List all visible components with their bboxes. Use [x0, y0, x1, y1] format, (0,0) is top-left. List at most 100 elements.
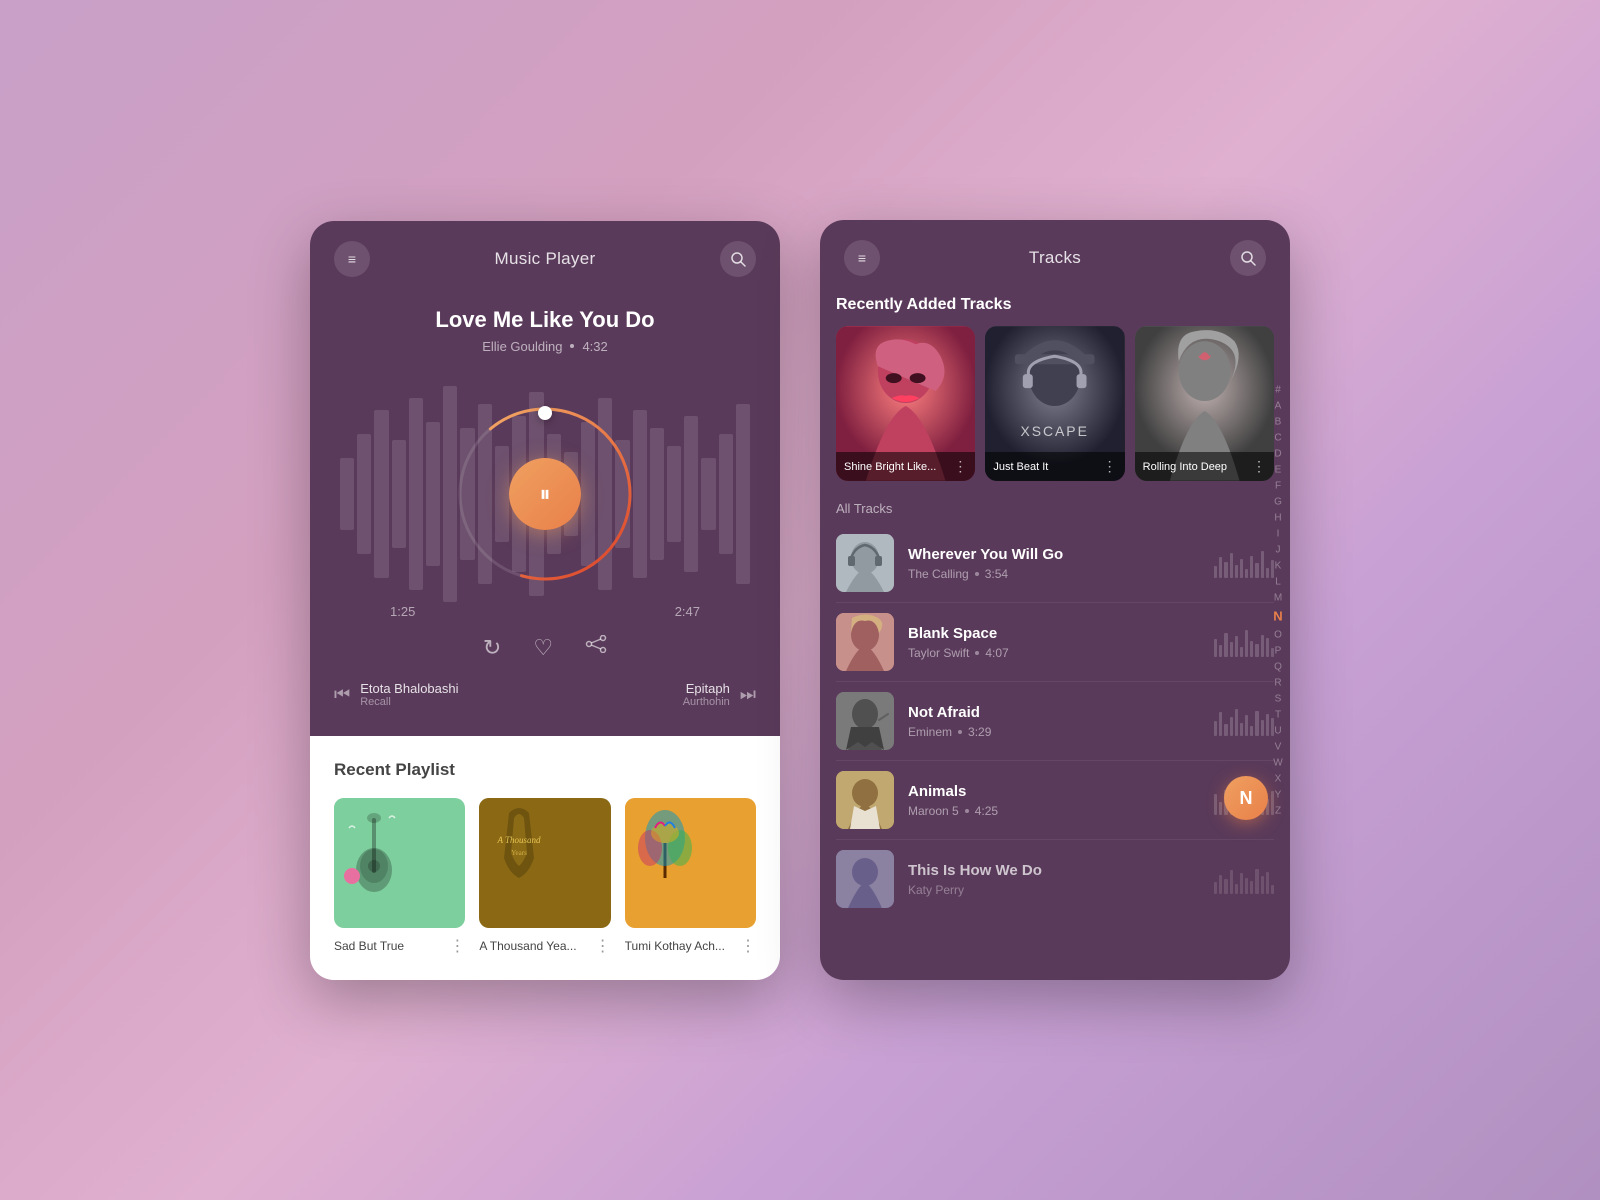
alpha-item-L[interactable]: L	[1270, 574, 1286, 589]
tracks-header: ≡ Tracks	[820, 220, 1290, 296]
album-more-icon[interactable]: ⋮	[1252, 458, 1266, 475]
album-card-footer: Shine Bright Like... ⋮	[836, 452, 975, 481]
alpha-item-X[interactable]: X	[1270, 771, 1286, 786]
tracks-search-icon[interactable]	[1230, 240, 1266, 276]
track-row-info: Wherever You Will Go The Calling 3:54	[908, 546, 1200, 581]
alpha-item-V[interactable]: V	[1270, 739, 1286, 754]
alpha-item-Z[interactable]: Z	[1270, 803, 1286, 818]
alpha-item-G[interactable]: G	[1270, 494, 1286, 509]
alpha-item-C[interactable]: C	[1270, 430, 1286, 445]
next-track: Epitaph Aurthohin ⏭	[683, 681, 756, 708]
list-item[interactable]: Sad But True ⋮	[334, 798, 465, 956]
track-meta: Taylor Swift 4:07	[908, 646, 1200, 660]
album-more-icon[interactable]: ⋮	[1103, 458, 1117, 475]
recently-added-label: Recently Added Tracks	[820, 296, 1290, 326]
favorite-icon[interactable]: ♡	[533, 635, 553, 661]
playlist-item-name: Tumi Kothay Ach...	[625, 939, 740, 953]
alpha-item-O[interactable]: O	[1270, 627, 1286, 642]
alpha-item-H[interactable]: H	[1270, 510, 1286, 525]
more-menu-icon[interactable]: ⋮	[449, 936, 465, 956]
album-card-rihanna[interactable]: Shine Bright Like... ⋮	[836, 326, 975, 481]
table-row[interactable]: Wherever You Will Go The Calling 3:54	[836, 524, 1274, 603]
track-title: Not Afraid	[908, 704, 1200, 721]
track-eq	[1214, 548, 1274, 578]
prev-track-subtitle: Recall	[360, 696, 458, 708]
repeat-icon[interactable]: ↻	[483, 635, 501, 661]
current-track-title: Love Me Like You Do	[310, 307, 780, 333]
track-meta: Katy Perry	[908, 883, 1200, 897]
alpha-item-W[interactable]: W	[1270, 755, 1286, 770]
album-cards: Shine Bright Like... ⋮	[820, 326, 1290, 497]
table-row[interactable]: This Is How We Do Katy Perry	[836, 840, 1274, 918]
playlist-item-label: A Thousand Yea... ⋮	[479, 936, 610, 956]
alpha-item-P[interactable]: P	[1270, 643, 1286, 658]
alpha-item-B[interactable]: B	[1270, 414, 1286, 429]
album-card-michael[interactable]: XSCAPE Just Beat It ⋮	[985, 326, 1124, 481]
svg-text:A Thousand: A Thousand	[497, 835, 542, 845]
next-button[interactable]: ⏭	[740, 684, 756, 705]
player-header: ≡ Music Player	[310, 221, 780, 297]
prev-button[interactable]: ⏮	[334, 684, 350, 705]
track-thumb-blank	[836, 613, 894, 671]
alpha-item-#[interactable]: #	[1270, 382, 1286, 397]
album-card-name: Just Beat It	[993, 461, 1102, 473]
tracks-panel: ≡ Tracks Recently Added Tracks	[820, 220, 1290, 980]
playlist-title: Recent Playlist	[334, 760, 756, 780]
alphabet-sidebar: #ABCDEFGHIJKLMNOPQRSTUVWXYZ	[1266, 374, 1290, 826]
table-row[interactable]: Not Afraid Eminem 3:29	[836, 682, 1274, 761]
album-card-footer: Just Beat It ⋮	[985, 452, 1124, 481]
list-item[interactable]: A Thousand Years A Thousand Yea... ⋮	[479, 798, 610, 956]
table-row[interactable]: Animals Maroon 5 4:25	[836, 761, 1274, 840]
track-eq	[1214, 627, 1274, 657]
track-title: Animals	[908, 783, 1200, 800]
alpha-item-K[interactable]: K	[1270, 558, 1286, 573]
alpha-item-A[interactable]: A	[1270, 398, 1286, 413]
alpha-item-Y[interactable]: Y	[1270, 787, 1286, 802]
tracks-menu-icon[interactable]: ≡	[844, 240, 880, 276]
track-title: Blank Space	[908, 625, 1200, 642]
tracks-panel-title: Tracks	[1029, 248, 1081, 268]
track-eq	[1214, 864, 1274, 894]
share-icon[interactable]	[585, 635, 607, 661]
menu-icon[interactable]: ≡	[334, 241, 370, 277]
alpha-item-I[interactable]: I	[1270, 526, 1286, 541]
table-row[interactable]: Blank Space Taylor Swift 4:07	[836, 603, 1274, 682]
alpha-item-U[interactable]: U	[1270, 723, 1286, 738]
alpha-item-T[interactable]: T	[1270, 707, 1286, 722]
album-more-icon[interactable]: ⋮	[953, 458, 967, 475]
alpha-item-S[interactable]: S	[1270, 691, 1286, 706]
playlist-grid: Sad But True ⋮ A Thousand Years	[334, 798, 756, 956]
prev-track: ⏮ Etota Bhalobashi Recall	[334, 681, 459, 708]
player-visual: ⏸	[310, 374, 780, 614]
alpha-item-M[interactable]: M	[1270, 590, 1286, 605]
alpha-item-E[interactable]: E	[1270, 462, 1286, 477]
track-thumb-this	[836, 850, 894, 908]
alpha-item-N[interactable]: N	[1270, 606, 1286, 626]
alpha-item-F[interactable]: F	[1270, 478, 1286, 493]
track-row-info: Animals Maroon 5 4:25	[908, 783, 1200, 818]
all-tracks-label: All Tracks	[820, 497, 1290, 524]
alpha-item-D[interactable]: D	[1270, 446, 1286, 461]
pause-button[interactable]: ⏸	[509, 458, 581, 530]
track-title: Wherever You Will Go	[908, 546, 1200, 563]
track-meta: The Calling 3:54	[908, 567, 1200, 581]
player-section: ≡ Music Player Love Me Like You Do Ellie…	[310, 221, 780, 736]
playlist-thumb-tumi	[625, 798, 756, 928]
track-thumb-animals	[836, 771, 894, 829]
list-item[interactable]: Tumi Kothay Ach... ⋮	[625, 798, 756, 956]
track-meta: Eminem 3:29	[908, 725, 1200, 739]
alpha-item-Q[interactable]: Q	[1270, 659, 1286, 674]
svg-text:XSCAPE: XSCAPE	[1021, 423, 1089, 439]
album-card-cher[interactable]: Rolling Into Deep ⋮	[1135, 326, 1274, 481]
n-bubble[interactable]: N	[1224, 776, 1268, 820]
svg-text:Years: Years	[512, 849, 528, 857]
more-menu-icon[interactable]: ⋮	[595, 936, 611, 956]
more-menu-icon[interactable]: ⋮	[740, 936, 756, 956]
progress-knob[interactable]	[538, 406, 552, 420]
track-eq	[1214, 706, 1274, 736]
alpha-item-J[interactable]: J	[1270, 542, 1286, 557]
alpha-item-R[interactable]: R	[1270, 675, 1286, 690]
search-icon[interactable]	[720, 241, 756, 277]
playlist-thumb-thousand: A Thousand Years	[479, 798, 610, 928]
track-row-info: Blank Space Taylor Swift 4:07	[908, 625, 1200, 660]
